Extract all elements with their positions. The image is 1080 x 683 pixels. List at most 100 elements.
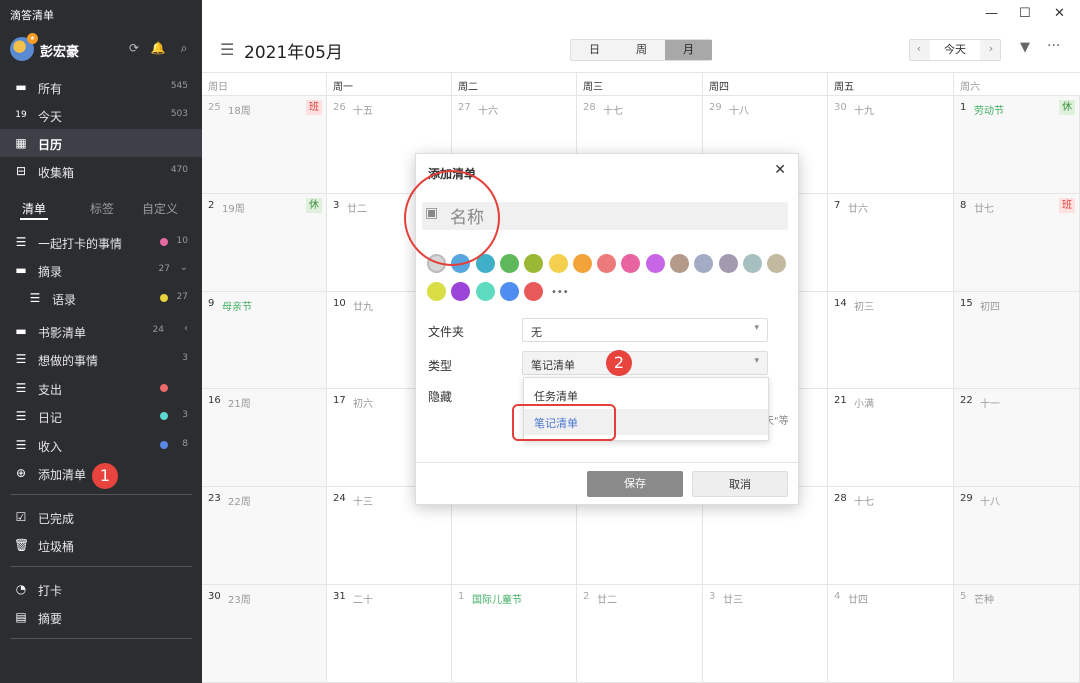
color-swatch[interactable] [645, 254, 665, 273]
calendar-day-cell[interactable]: 30 十九 [828, 96, 954, 194]
nav-item-inbox[interactable]: ⊟ 收集箱 470 [0, 157, 202, 185]
color-swatch[interactable] [597, 254, 617, 273]
color-swatch[interactable] [670, 254, 689, 273]
nav-item-completed[interactable]: ☑ 已完成 [0, 503, 202, 531]
close-window-icon[interactable]: ✕ [1054, 6, 1065, 21]
close-icon[interactable]: ✕ [774, 162, 786, 178]
day-number: 3 [709, 591, 716, 602]
today-button[interactable]: 今天 [930, 40, 980, 60]
lunar-label: 十三 [353, 497, 373, 509]
color-swatch[interactable] [499, 282, 519, 301]
list-icon: ☰ [15, 438, 27, 452]
calendar-day-cell[interactable]: 15 初四 [954, 291, 1080, 390]
calendar-day-cell[interactable]: 4 廿四 [828, 585, 954, 683]
color-swatch[interactable] [767, 254, 787, 273]
color-swatch[interactable] [451, 282, 471, 301]
day-number: 24 [333, 493, 346, 505]
color-swatch[interactable] [524, 254, 544, 273]
tab-custom[interactable]: 自定义 [142, 200, 178, 217]
nav-item-label: 今天 [38, 110, 63, 124]
bell-icon[interactable]: 🔔 [150, 40, 166, 56]
calendar-day-cell[interactable]: 22 十一 [954, 389, 1080, 488]
chevron-left-icon[interactable]: ‹ [184, 323, 188, 334]
nav-item-all[interactable]: ▬ 所有 545 [0, 73, 202, 101]
calendar-day-cell[interactable]: 8 廿七 班 [954, 193, 1080, 292]
calendar-day-cell[interactable]: 9 母亲节 [202, 291, 327, 390]
calendar-day-cell[interactable]: 23 22周 [202, 487, 327, 585]
sidebar-list-item[interactable]: ☰ 想做的事情 3 [0, 345, 202, 373]
calendar-day-cell[interactable]: 2 廿二 [577, 585, 703, 683]
nav-item-habit[interactable]: ◔ 打卡 [0, 575, 202, 603]
search-icon[interactable]: ⌕ [176, 40, 192, 56]
calendar-day-cell[interactable]: 2 19周 休 [202, 193, 327, 292]
highlight-circle [404, 170, 500, 266]
weekday-header: 周三 [577, 72, 703, 96]
view-week-button[interactable]: 周 [618, 40, 665, 60]
trash-icon: 🗑 [14, 538, 30, 552]
save-button[interactable]: 保存 [587, 471, 683, 497]
color-swatch[interactable] [621, 254, 641, 273]
lunar-label: 劳动节 [974, 106, 1004, 117]
tab-tags[interactable]: 标签 [90, 200, 114, 217]
username[interactable]: 彭宏豪 [40, 41, 79, 60]
color-swatch[interactable] [694, 254, 714, 273]
sidebar-list-item[interactable]: ☰ 支出 [0, 374, 202, 402]
sidebar-list-item[interactable]: ☰ 语录 27 [0, 284, 202, 312]
more-colors-icon[interactable]: ••• [551, 287, 569, 298]
list-icon: ☰ [15, 409, 27, 423]
nav-item-label: 垃圾桶 [38, 540, 75, 554]
calendar-day-cell[interactable]: 14 初三 [828, 291, 954, 390]
nav-item-label: 打卡 [38, 584, 63, 598]
calendar-day-cell[interactable]: 21 小满 [828, 389, 954, 488]
menu-icon[interactable]: ☰ [220, 40, 234, 59]
day-number: 31 [333, 591, 346, 602]
sidebar-list-item[interactable]: ☰ 一起打卡的事情 10 [0, 228, 202, 256]
view-month-button[interactable]: 月 [665, 40, 712, 60]
calendar-day-cell[interactable]: 30 23周 [202, 585, 327, 683]
color-swatch[interactable] [742, 254, 762, 273]
maximize-icon[interactable]: ☐ [1019, 6, 1031, 21]
more-icon[interactable]: ··· [1047, 38, 1060, 54]
color-swatch[interactable] [499, 254, 519, 273]
calendar-day-cell[interactable]: 16 21周 [202, 389, 327, 488]
calendar-day-cell[interactable]: 5 芒种 [954, 585, 1080, 683]
color-swatch[interactable] [427, 282, 446, 301]
sidebar-folder-item[interactable]: ▬ 摘录 27 ⌄ [0, 256, 202, 284]
filter-icon[interactable]: ▼ [1020, 40, 1030, 55]
chevron-down-icon[interactable]: ⌄ [180, 262, 188, 273]
chevron-left-icon[interactable]: ‹ [910, 42, 928, 55]
calendar-day-cell[interactable]: 1 劳动节 休 [954, 96, 1080, 194]
calendar-icon: ▦ [15, 136, 27, 150]
nav-item-summary[interactable]: ▤ 摘要 [0, 603, 202, 631]
calendar-day-cell[interactable]: 28 十七 [828, 487, 954, 585]
calendar-day-cell[interactable]: 3 廿三 [703, 585, 828, 683]
nav-item-calendar[interactable]: ▦ 日历 [0, 129, 202, 157]
color-swatch[interactable] [475, 282, 495, 301]
weekday-header: 周日 [202, 72, 327, 96]
sidebar-list-item[interactable]: ☰ 收入 8 [0, 431, 202, 459]
sync-icon[interactable]: ⟳ [126, 40, 142, 56]
weekday-header: 周四 [703, 72, 828, 96]
view-day-button[interactable]: 日 [571, 40, 618, 60]
sidebar-list-item[interactable]: ☰ 日记 3 [0, 402, 202, 430]
cancel-button[interactable]: 取消 [692, 471, 788, 497]
lunar-label: 十七 [854, 497, 874, 509]
day-number: 3 [333, 199, 340, 211]
sidebar-folder-item[interactable]: ▬ 书影清单 24 ‹ [0, 317, 202, 345]
calendar-day-cell[interactable]: 29 十八 [954, 487, 1080, 585]
folder-select[interactable]: 无 ▾ [522, 318, 768, 342]
type-select[interactable]: 笔记清单 ▾ [522, 351, 768, 375]
calendar-day-cell[interactable]: 1 国际儿童节 [452, 585, 577, 683]
color-swatch[interactable] [524, 282, 544, 301]
color-swatch[interactable] [718, 254, 738, 273]
calendar-day-cell[interactable]: 31 二十 [327, 585, 452, 683]
color-swatch[interactable] [572, 254, 592, 273]
nav-item-trash[interactable]: 🗑 垃圾桶 [0, 531, 202, 559]
color-swatch[interactable] [548, 254, 568, 273]
tab-lists[interactable]: 清单 [22, 200, 46, 217]
nav-item-today[interactable]: 19 今天 503 [0, 101, 202, 129]
calendar-day-cell[interactable]: 7 廿六 [828, 193, 954, 292]
minimize-icon[interactable]: — [985, 6, 998, 21]
chevron-right-icon[interactable]: › [982, 42, 1000, 55]
calendar-day-cell[interactable]: 25 18周 班 [202, 96, 327, 194]
